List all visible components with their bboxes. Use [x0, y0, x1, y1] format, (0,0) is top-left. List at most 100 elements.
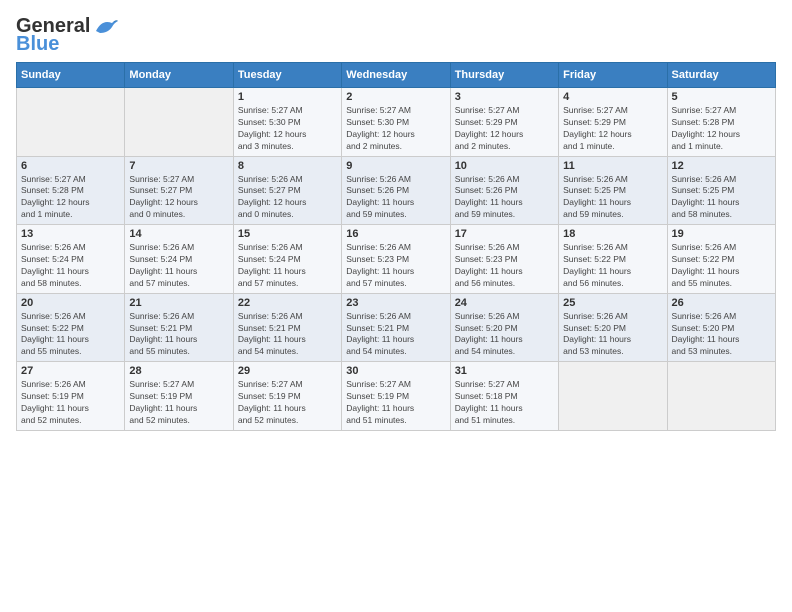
day-number: 17: [455, 228, 554, 240]
calendar-cell: 24Sunrise: 5:26 AM Sunset: 5:20 PM Dayli…: [450, 293, 558, 362]
calendar-header: SundayMondayTuesdayWednesdayThursdayFrid…: [17, 63, 776, 88]
day-number: 2: [346, 91, 445, 103]
day-number: 15: [238, 228, 337, 240]
calendar-cell: [667, 362, 775, 431]
day-number: 26: [672, 297, 771, 309]
day-info: Sunrise: 5:26 AM Sunset: 5:23 PM Dayligh…: [346, 242, 445, 290]
day-number: 8: [238, 160, 337, 172]
calendar-table: SundayMondayTuesdayWednesdayThursdayFrid…: [16, 62, 776, 431]
day-info: Sunrise: 5:26 AM Sunset: 5:23 PM Dayligh…: [455, 242, 554, 290]
day-info: Sunrise: 5:26 AM Sunset: 5:20 PM Dayligh…: [563, 311, 662, 359]
calendar-cell: 15 Sunrise: 5:26 AM Sunset: 5:24 PM Dayli…: [233, 225, 341, 294]
calendar-cell: 28Sunrise: 5:27 AM Sunset: 5:19 PM Dayli…: [125, 362, 233, 431]
calendar-cell: 27 Sunrise: 5:26 AM Sunset: 5:19 PM Dayli…: [17, 362, 125, 431]
day-info: Sunrise: 5:26 AM Sunset: 5:26 PM Dayligh…: [346, 174, 445, 222]
page-header: General Blue: [16, 16, 776, 54]
calendar-cell: 21 Sunrise: 5:26 AM Sunset: 5:21 PM Dayli…: [125, 293, 233, 362]
calendar-cell: 20Sunrise: 5:26 AM Sunset: 5:22 PM Dayli…: [17, 293, 125, 362]
day-info: Sunrise: 5:26 AM Sunset: 5:24 PM Dayligh…: [21, 242, 120, 290]
day-info: Sunrise: 5:27 AM Sunset: 5:30 PM Dayligh…: [346, 105, 445, 153]
day-info: Sunrise: 5:27 AM Sunset: 5:28 PM Dayligh…: [672, 105, 771, 153]
day-number: 5: [672, 91, 771, 103]
weekday-header: Tuesday: [233, 63, 341, 88]
day-number: 16: [346, 228, 445, 240]
calendar-body: 1 Sunrise: 5:27 AM Sunset: 5:30 PM Daylig…: [17, 88, 776, 431]
calendar-cell: 26 Sunrise: 5:26 AM Sunset: 5:20 PM Dayli…: [667, 293, 775, 362]
calendar-cell: [559, 362, 667, 431]
day-info: Sunrise: 5:27 AM Sunset: 5:18 PM Dayligh…: [455, 379, 554, 427]
calendar-cell: 30 Sunrise: 5:27 AM Sunset: 5:19 PM Dayli…: [342, 362, 450, 431]
day-info: Sunrise: 5:26 AM Sunset: 5:21 PM Dayligh…: [238, 311, 337, 359]
day-number: 3: [455, 91, 554, 103]
calendar-cell: 4 Sunrise: 5:27 AM Sunset: 5:29 PM Daylig…: [559, 88, 667, 157]
calendar-cell: 7 Sunrise: 5:27 AM Sunset: 5:27 PM Daylig…: [125, 156, 233, 225]
day-info: Sunrise: 5:26 AM Sunset: 5:24 PM Dayligh…: [129, 242, 228, 290]
day-info: Sunrise: 5:26 AM Sunset: 5:19 PM Dayligh…: [21, 379, 120, 427]
day-info: Sunrise: 5:26 AM Sunset: 5:21 PM Dayligh…: [346, 311, 445, 359]
calendar-cell: 9 Sunrise: 5:26 AM Sunset: 5:26 PM Daylig…: [342, 156, 450, 225]
day-number: 19: [672, 228, 771, 240]
weekday-header: Monday: [125, 63, 233, 88]
logo: General Blue: [16, 16, 120, 54]
day-info: Sunrise: 5:26 AM Sunset: 5:26 PM Dayligh…: [455, 174, 554, 222]
day-info: Sunrise: 5:26 AM Sunset: 5:20 PM Dayligh…: [672, 311, 771, 359]
calendar-cell: 31Sunrise: 5:27 AM Sunset: 5:18 PM Dayli…: [450, 362, 558, 431]
calendar-cell: 16 Sunrise: 5:26 AM Sunset: 5:23 PM Dayli…: [342, 225, 450, 294]
day-number: 12: [672, 160, 771, 172]
calendar-cell: 12 Sunrise: 5:26 AM Sunset: 5:25 PM Dayli…: [667, 156, 775, 225]
day-info: Sunrise: 5:27 AM Sunset: 5:19 PM Dayligh…: [238, 379, 337, 427]
weekday-header: Wednesday: [342, 63, 450, 88]
day-number: 1: [238, 91, 337, 103]
day-number: 6: [21, 160, 120, 172]
weekday-header: Friday: [559, 63, 667, 88]
day-info: Sunrise: 5:27 AM Sunset: 5:29 PM Dayligh…: [563, 105, 662, 153]
day-number: 21: [129, 297, 228, 309]
day-info: Sunrise: 5:26 AM Sunset: 5:24 PM Dayligh…: [238, 242, 337, 290]
day-info: Sunrise: 5:27 AM Sunset: 5:28 PM Dayligh…: [21, 174, 120, 222]
calendar-cell: 11 Sunrise: 5:26 AM Sunset: 5:25 PM Dayli…: [559, 156, 667, 225]
day-number: 30: [346, 365, 445, 377]
calendar-cell: [125, 88, 233, 157]
day-number: 13: [21, 228, 120, 240]
calendar-cell: 14Sunrise: 5:26 AM Sunset: 5:24 PM Dayli…: [125, 225, 233, 294]
day-info: Sunrise: 5:26 AM Sunset: 5:20 PM Dayligh…: [455, 311, 554, 359]
day-info: Sunrise: 5:27 AM Sunset: 5:27 PM Dayligh…: [129, 174, 228, 222]
day-number: 11: [563, 160, 662, 172]
day-info: Sunrise: 5:27 AM Sunset: 5:29 PM Dayligh…: [455, 105, 554, 153]
calendar-cell: [17, 88, 125, 157]
calendar-week-row: 20Sunrise: 5:26 AM Sunset: 5:22 PM Dayli…: [17, 293, 776, 362]
calendar-cell: 18Sunrise: 5:26 AM Sunset: 5:22 PM Dayli…: [559, 225, 667, 294]
day-number: 10: [455, 160, 554, 172]
calendar-cell: 3 Sunrise: 5:27 AM Sunset: 5:29 PM Daylig…: [450, 88, 558, 157]
day-info: Sunrise: 5:27 AM Sunset: 5:19 PM Dayligh…: [346, 379, 445, 427]
day-info: Sunrise: 5:26 AM Sunset: 5:27 PM Dayligh…: [238, 174, 337, 222]
day-info: Sunrise: 5:26 AM Sunset: 5:21 PM Dayligh…: [129, 311, 228, 359]
day-info: Sunrise: 5:26 AM Sunset: 5:25 PM Dayligh…: [672, 174, 771, 222]
day-info: Sunrise: 5:26 AM Sunset: 5:25 PM Dayligh…: [563, 174, 662, 222]
logo-blue-text: Blue: [16, 34, 59, 54]
day-info: Sunrise: 5:26 AM Sunset: 5:22 PM Dayligh…: [563, 242, 662, 290]
day-number: 27: [21, 365, 120, 377]
day-info: Sunrise: 5:26 AM Sunset: 5:22 PM Dayligh…: [21, 311, 120, 359]
day-number: 25: [563, 297, 662, 309]
day-info: Sunrise: 5:27 AM Sunset: 5:30 PM Dayligh…: [238, 105, 337, 153]
calendar-cell: 2 Sunrise: 5:27 AM Sunset: 5:30 PM Daylig…: [342, 88, 450, 157]
day-number: 7: [129, 160, 228, 172]
calendar-cell: 8 Sunrise: 5:26 AM Sunset: 5:27 PM Daylig…: [233, 156, 341, 225]
day-number: 29: [238, 365, 337, 377]
calendar-cell: 6 Sunrise: 5:27 AM Sunset: 5:28 PM Daylig…: [17, 156, 125, 225]
day-number: 28: [129, 365, 228, 377]
day-number: 4: [563, 91, 662, 103]
weekday-header: Saturday: [667, 63, 775, 88]
calendar-cell: 10 Sunrise: 5:26 AM Sunset: 5:26 PM Dayli…: [450, 156, 558, 225]
calendar-cell: 29 Sunrise: 5:27 AM Sunset: 5:19 PM Dayli…: [233, 362, 341, 431]
day-number: 9: [346, 160, 445, 172]
calendar-cell: 19Sunrise: 5:26 AM Sunset: 5:22 PM Dayli…: [667, 225, 775, 294]
calendar-week-row: 6 Sunrise: 5:27 AM Sunset: 5:28 PM Daylig…: [17, 156, 776, 225]
header-row: SundayMondayTuesdayWednesdayThursdayFrid…: [17, 63, 776, 88]
calendar-cell: 5 Sunrise: 5:27 AM Sunset: 5:28 PM Daylig…: [667, 88, 775, 157]
logo-bird-icon: [92, 17, 120, 35]
weekday-header: Sunday: [17, 63, 125, 88]
calendar-week-row: 27 Sunrise: 5:26 AM Sunset: 5:19 PM Dayli…: [17, 362, 776, 431]
calendar-week-row: 13 Sunrise: 5:26 AM Sunset: 5:24 PM Dayli…: [17, 225, 776, 294]
